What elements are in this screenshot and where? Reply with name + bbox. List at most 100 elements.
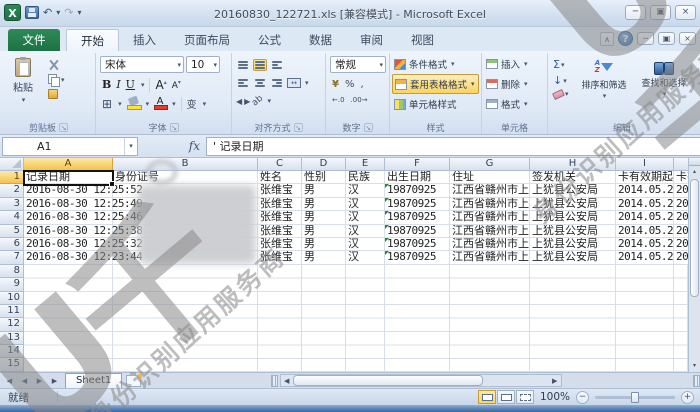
font-name-select[interactable]: 宋体▾ xyxy=(100,56,184,73)
alignment-dialog-launcher[interactable]: ↘ xyxy=(294,123,303,132)
column-header-g[interactable]: G xyxy=(450,158,530,171)
column-header-i[interactable]: I xyxy=(616,158,674,171)
borders-button[interactable]: ⊞ xyxy=(102,98,112,110)
cell-i1[interactable]: 卡有效期起 xyxy=(616,171,674,184)
empty-grid-cells[interactable] xyxy=(24,265,688,372)
wrap-text-icon[interactable] xyxy=(270,59,284,71)
borders-dropdown-icon[interactable]: ▾ xyxy=(118,100,122,108)
fill-icon[interactable]: ↓ xyxy=(553,74,562,87)
cell-name[interactable]: 张维宝 xyxy=(258,238,302,251)
cell-sex[interactable]: 男 xyxy=(302,238,346,251)
insert-function-button[interactable]: fx xyxy=(189,139,200,153)
delete-cells-button[interactable]: 删除▾ xyxy=(484,74,545,94)
cell-sex[interactable]: 男 xyxy=(302,198,346,211)
zoom-slider-thumb[interactable] xyxy=(631,392,639,403)
column-header-h[interactable]: H xyxy=(530,158,616,171)
name-box[interactable]: A1▾ xyxy=(2,137,138,156)
align-center-icon[interactable] xyxy=(253,77,267,89)
cell-address[interactable]: 江西省赣州市上犹 xyxy=(450,225,530,238)
cell-valid-to[interactable]: 203 xyxy=(674,184,688,197)
cell-birth[interactable]: 19870925 xyxy=(385,251,450,264)
cell-issuer[interactable]: 上犹县公安局 xyxy=(530,251,616,264)
workbook-close-button[interactable]: × xyxy=(679,32,696,45)
format-as-table-button[interactable]: 套用表格格式▾ xyxy=(392,74,479,94)
percent-style-icon[interactable]: % xyxy=(345,79,355,90)
sheet-tab-sheet1[interactable]: Sheet1 xyxy=(65,373,122,388)
horizontal-split-handle[interactable] xyxy=(693,375,700,387)
help-icon[interactable]: ? xyxy=(618,31,633,46)
format-painter-icon[interactable] xyxy=(48,89,58,99)
cell-styles-button[interactable]: 单元格样式 xyxy=(392,94,479,114)
clipboard-dialog-launcher[interactable]: ↘ xyxy=(59,123,68,132)
vertical-scrollbar[interactable]: ▴ ▾ xyxy=(688,158,700,372)
cell-birth[interactable]: 19870925 xyxy=(385,225,450,238)
cell-nation[interactable]: 汉 xyxy=(346,198,385,211)
cell-record-time[interactable]: 2016-08-30 12:23:44 xyxy=(24,251,113,264)
cell-nation[interactable]: 汉 xyxy=(346,184,385,197)
restore-button[interactable]: ▣ xyxy=(650,5,671,20)
copy-dropdown-icon[interactable]: ▾ xyxy=(61,76,65,84)
cell-e1[interactable]: 民族 xyxy=(346,171,385,184)
cell-valid-from[interactable]: 2014.05.2 xyxy=(616,198,674,211)
cut-icon[interactable] xyxy=(48,60,60,70)
font-color-dropdown-icon[interactable]: ▾ xyxy=(172,100,176,108)
tab-home[interactable]: 开始 xyxy=(66,29,119,51)
column-header-b[interactable]: B xyxy=(113,158,258,171)
next-sheet-icon[interactable]: ▶ xyxy=(33,375,46,387)
tab-review[interactable]: 审阅 xyxy=(346,29,397,51)
bold-button[interactable]: B xyxy=(102,78,111,91)
select-all-button[interactable] xyxy=(0,158,24,171)
column-header-d[interactable]: D xyxy=(302,158,346,171)
cell-issuer[interactable]: 上犹县公安局 xyxy=(530,225,616,238)
scroll-down-icon[interactable]: ▾ xyxy=(689,360,700,372)
cell-name[interactable]: 张维宝 xyxy=(258,211,302,224)
sort-filter-button[interactable]: AZ 排序和筛选 ▾ xyxy=(574,54,634,120)
cell-sex[interactable]: 男 xyxy=(302,251,346,264)
column-header-c[interactable]: C xyxy=(258,158,302,171)
cell-valid-from[interactable]: 2014.05.2 xyxy=(616,251,674,264)
cell-nation[interactable]: 汉 xyxy=(346,251,385,264)
first-sheet-icon[interactable]: ◀ xyxy=(3,375,16,387)
last-sheet-icon[interactable]: ▶ xyxy=(48,375,61,387)
decrease-decimal-icon[interactable]: .00→ xyxy=(351,96,368,104)
cell-birth[interactable]: 19870925 xyxy=(385,198,450,211)
tab-split-handle[interactable] xyxy=(271,375,278,387)
normal-view-button[interactable] xyxy=(478,390,496,404)
cell-record-time[interactable]: 2016-08-30 12:25:32 xyxy=(24,238,113,251)
orientation-icon[interactable]: ab xyxy=(250,94,265,109)
cell-address[interactable]: 江西省赣州市上犹 xyxy=(450,211,530,224)
cell-address[interactable]: 江西省赣州市上犹 xyxy=(450,198,530,211)
cell-name[interactable]: 张维宝 xyxy=(258,198,302,211)
cell-record-time[interactable]: 2016-08-30 12:25:52 xyxy=(24,184,113,197)
grow-font-button[interactable]: A▴ xyxy=(155,78,166,92)
cell-h1[interactable]: 签发机关 xyxy=(530,171,616,184)
cell-sex[interactable]: 男 xyxy=(302,184,346,197)
cell-record-time[interactable]: 2016-08-30 12:25:46 xyxy=(24,211,113,224)
autosum-icon[interactable]: Σ xyxy=(553,58,560,71)
scroll-up-icon[interactable]: ▴ xyxy=(689,166,700,178)
format-cells-button[interactable]: 格式▾ xyxy=(484,94,545,114)
align-top-icon[interactable] xyxy=(236,59,250,71)
cell-d1[interactable]: 性别 xyxy=(302,171,346,184)
cell-b1[interactable]: 身份证号 xyxy=(113,171,258,184)
cell-name[interactable]: 张维宝 xyxy=(258,225,302,238)
tab-formulas[interactable]: 公式 xyxy=(244,29,295,51)
minimize-button[interactable]: ─ xyxy=(625,5,646,20)
cell-issuer[interactable]: 上犹县公安局 xyxy=(530,238,616,251)
cell-valid-to[interactable]: 203 xyxy=(674,225,688,238)
cell-j1[interactable]: 卡有 xyxy=(674,171,688,184)
insert-worksheet-button[interactable] xyxy=(126,375,141,387)
clear-icon[interactable] xyxy=(552,89,565,100)
align-middle-icon[interactable] xyxy=(253,59,267,71)
collapse-ribbon-icon[interactable]: ∧ xyxy=(600,32,614,46)
horizontal-scroll-thumb[interactable] xyxy=(293,375,483,386)
merge-dropdown-icon[interactable]: ▾ xyxy=(305,79,309,87)
scroll-right-icon[interactable]: ▶ xyxy=(549,377,561,385)
row-header[interactable]: 7 xyxy=(0,251,24,264)
row-header[interactable]: 5 xyxy=(0,225,24,238)
cell-address[interactable]: 江西省赣州市上犹 xyxy=(450,184,530,197)
underline-button[interactable]: U xyxy=(126,78,135,91)
vertical-scroll-thumb[interactable] xyxy=(690,179,699,297)
cell-address[interactable]: 江西省赣州市上犹 xyxy=(450,238,530,251)
row-header[interactable]: 10 xyxy=(0,292,24,305)
